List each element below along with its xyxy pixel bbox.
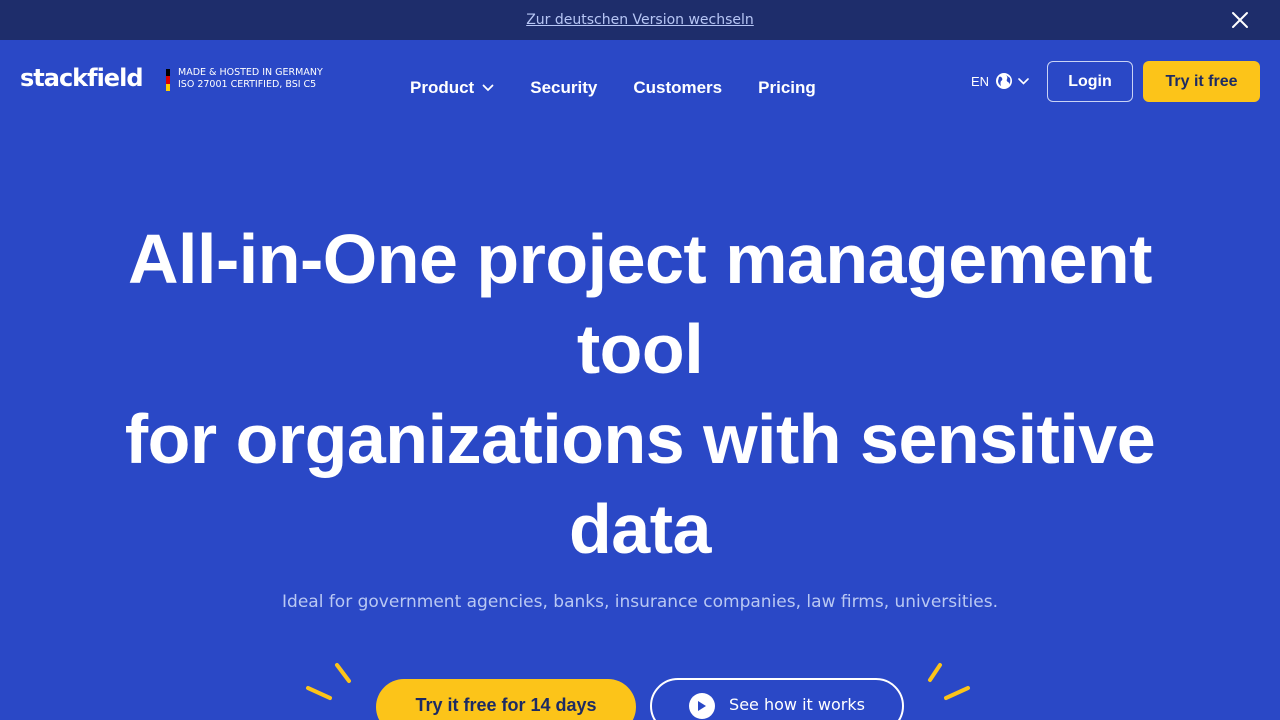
cert-line-1: MADE & HOSTED IN GERMANY xyxy=(178,67,323,78)
nav-item-label: Pricing xyxy=(758,78,816,97)
main-nav: Product Security Customers Pricing xyxy=(410,78,852,98)
nav-item-security[interactable]: Security xyxy=(530,78,597,98)
language-code: EN xyxy=(971,73,990,89)
chevron-down-icon xyxy=(482,84,494,92)
close-icon[interactable] xyxy=(1230,10,1250,30)
language-selector[interactable]: EN xyxy=(971,72,1029,90)
sparkle-right-icon xyxy=(928,663,970,700)
sparkle-left-icon xyxy=(306,663,351,700)
globe-icon xyxy=(996,73,1013,89)
try-free-button[interactable]: Try it free xyxy=(1143,61,1260,102)
play-icon xyxy=(689,693,716,719)
hero-title: All-in-One project management tool for o… xyxy=(40,214,1240,574)
nav-item-label: Customers xyxy=(633,78,723,97)
certification-note: MADE & HOSTED IN GERMANY ISO 27001 CERTI… xyxy=(166,67,323,91)
language-banner: Zur deutschen Version wechseln xyxy=(0,0,1280,40)
hero-title-line-3: for organizations with sensitive xyxy=(124,400,1156,478)
nav-item-product[interactable]: Product xyxy=(410,78,494,98)
hero-title-line-1: All-in-One project management xyxy=(128,220,1152,298)
stackfield-logo[interactable]: stackfield xyxy=(20,64,143,92)
hero-title-line-4: data xyxy=(569,490,711,568)
nav-item-label: Security xyxy=(530,78,598,97)
cert-line-2: ISO 27001 CERTIFIED, BSI C5 xyxy=(178,79,317,90)
see-how-label: See how it works xyxy=(729,695,865,714)
hero-subtitle: Ideal for government agencies, banks, in… xyxy=(282,592,998,612)
chevron-down-icon xyxy=(1018,77,1029,85)
nav-item-label: Product xyxy=(410,78,475,97)
german-flag-icon xyxy=(166,69,170,91)
nav-item-customers[interactable]: Customers xyxy=(633,78,722,98)
hero-title-line-2: tool xyxy=(576,310,704,388)
site-header: stackfield MADE & HOSTED IN GERMANY ISO … xyxy=(0,40,1280,124)
nav-item-pricing[interactable]: Pricing xyxy=(758,78,816,98)
try-free-14-days-button[interactable]: Try it free for 14 days xyxy=(376,679,636,720)
login-button[interactable]: Login xyxy=(1047,61,1133,102)
see-how-it-works-button[interactable]: See how it works xyxy=(650,678,904,720)
switch-language-link[interactable]: Zur deutschen Version wechseln xyxy=(526,12,754,28)
